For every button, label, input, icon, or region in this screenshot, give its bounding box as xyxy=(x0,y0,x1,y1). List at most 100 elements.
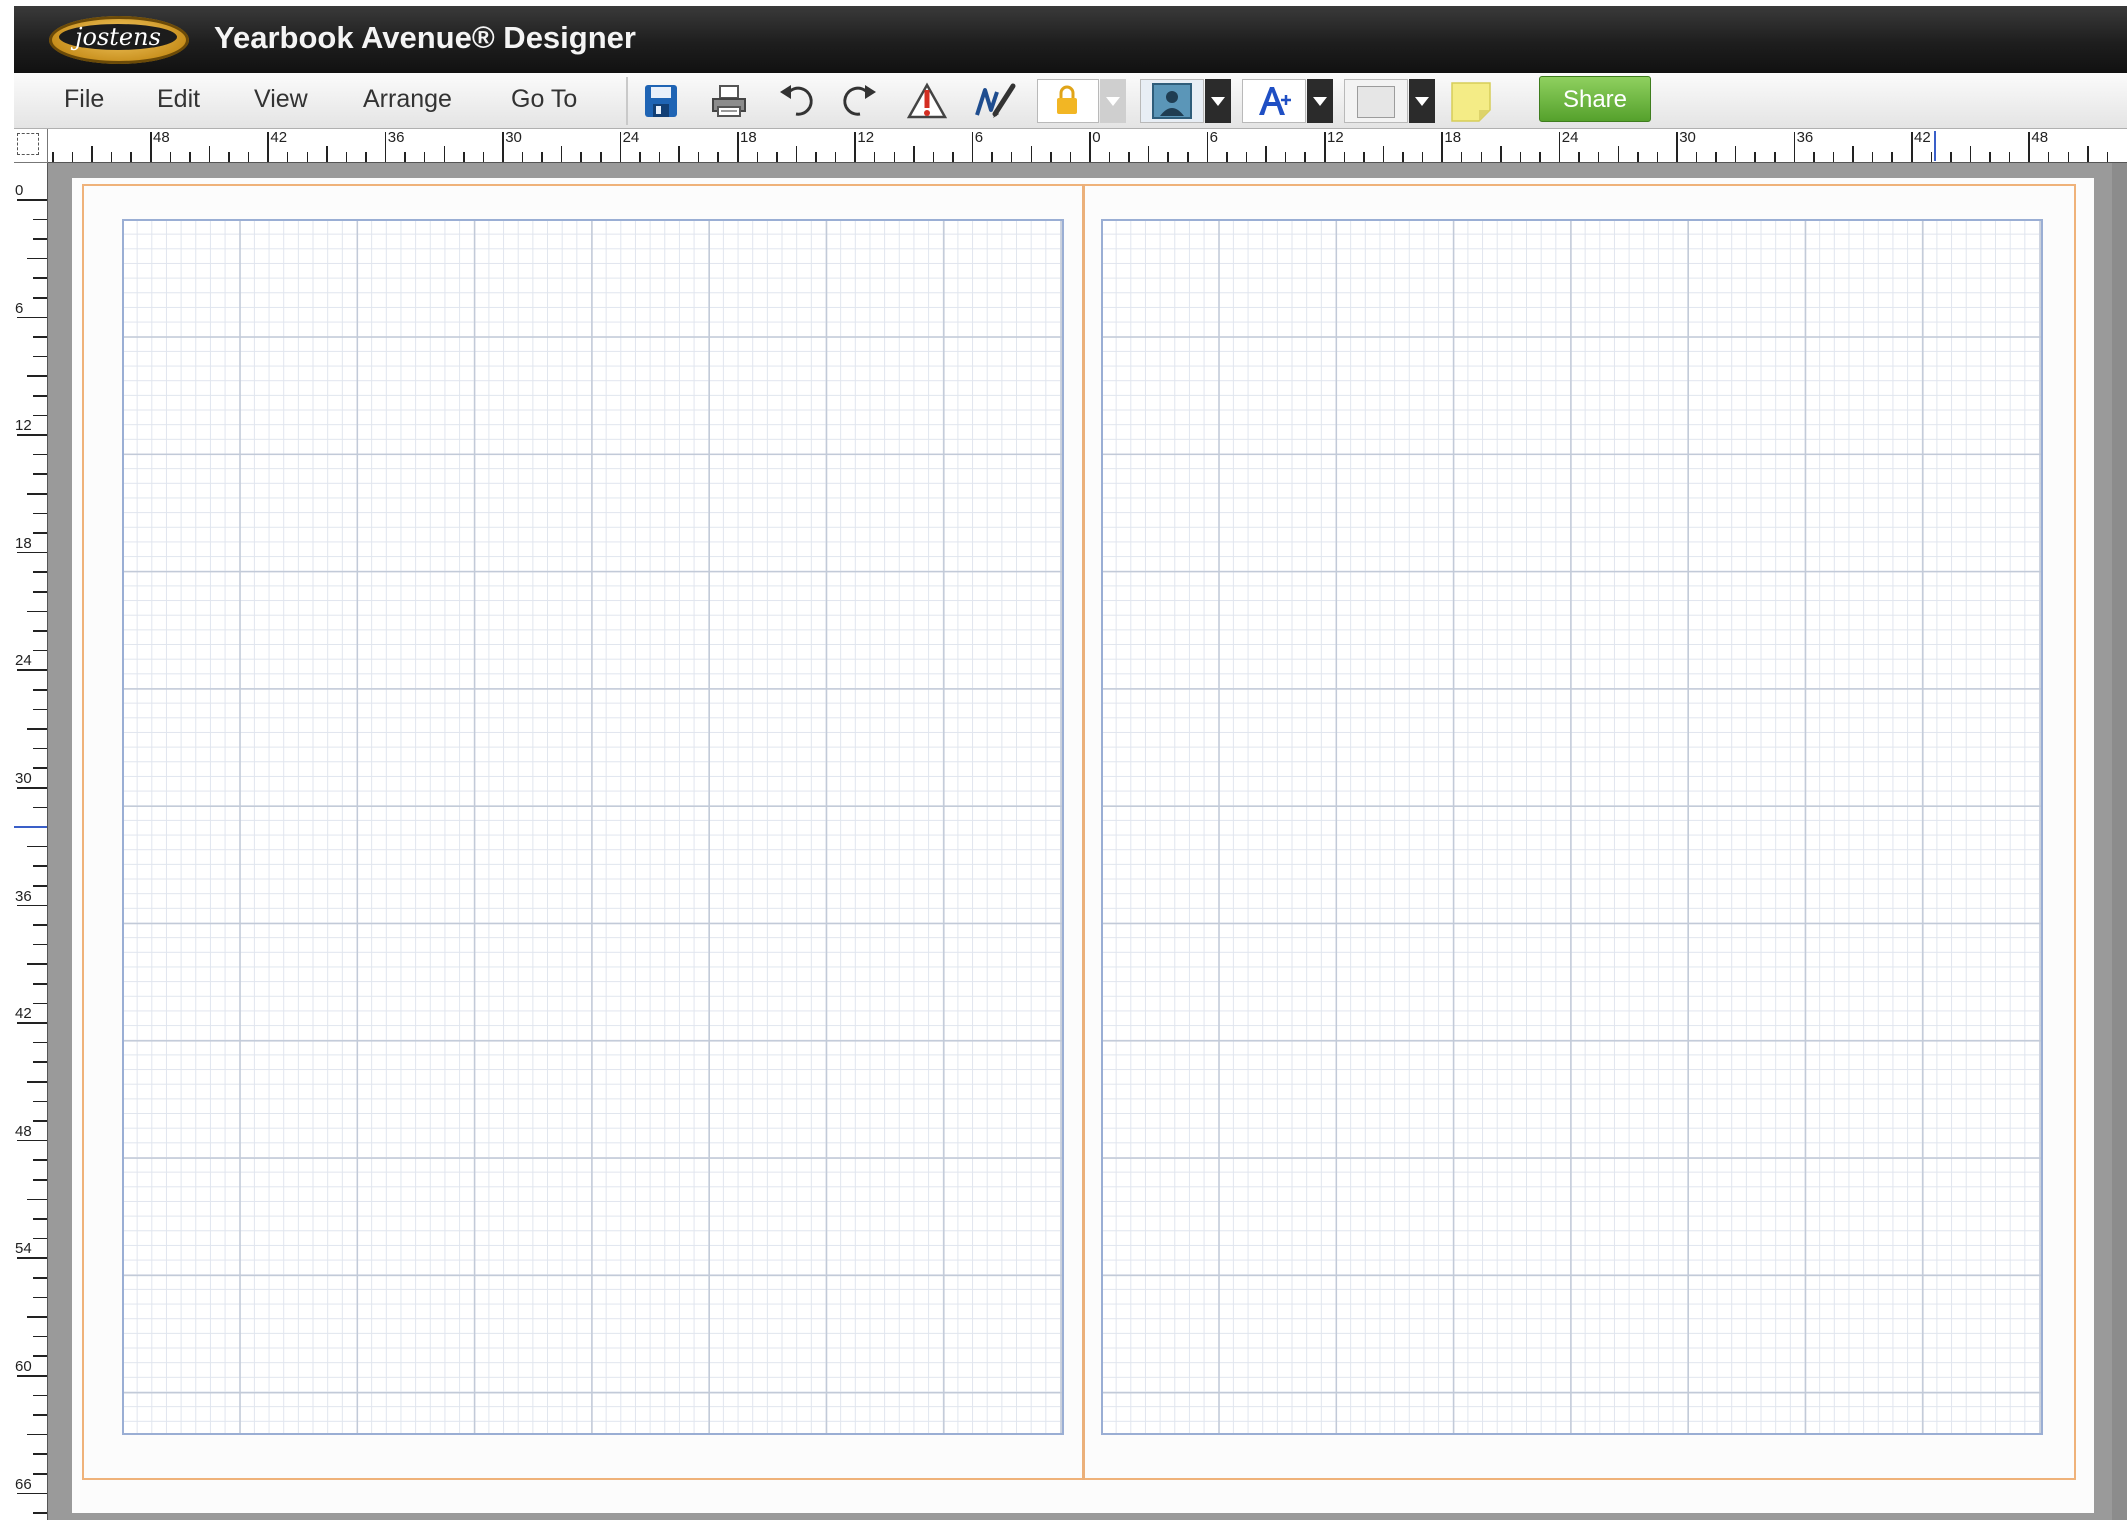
toolbar-divider xyxy=(626,77,628,125)
right-page[interactable] xyxy=(1101,219,2043,1435)
ruler-tick xyxy=(1108,152,1111,162)
ruler-tick xyxy=(404,152,406,162)
page-spread[interactable] xyxy=(72,178,2094,1513)
ruler-tick xyxy=(1245,152,1248,162)
ruler-tick xyxy=(913,146,915,162)
ruler-label: 18 xyxy=(15,534,32,552)
ruler-tick xyxy=(795,146,798,162)
text-dropdown-arrow[interactable] xyxy=(1307,79,1333,123)
ruler-tick xyxy=(33,924,47,926)
ruler-label: 30 xyxy=(1679,129,1696,146)
menu-file[interactable]: File xyxy=(64,85,104,114)
text-swatch[interactable] xyxy=(1242,79,1306,123)
alert-button[interactable] xyxy=(904,79,950,123)
ruler-tick xyxy=(463,152,465,162)
ruler-tick xyxy=(27,963,47,965)
ruler-tick xyxy=(1480,152,1483,162)
ruler-tick xyxy=(33,512,47,515)
ruler-tick xyxy=(17,1257,47,1259)
ruler-tick xyxy=(33,532,47,534)
ruler-tick xyxy=(1871,152,1874,162)
shape-swatch[interactable] xyxy=(1344,79,1408,123)
ruler-tick xyxy=(17,669,47,671)
ruler-tick xyxy=(1030,146,1032,162)
ruler-tick xyxy=(697,152,700,162)
ruler-tick xyxy=(306,152,309,162)
ruler-tick xyxy=(1226,152,1228,162)
ruler-tick xyxy=(2067,152,2070,162)
menu-view[interactable]: View xyxy=(254,85,308,114)
ruler-tick xyxy=(1069,152,1072,162)
undo-button[interactable] xyxy=(772,79,818,123)
left-page[interactable] xyxy=(122,219,1064,1435)
undo-icon xyxy=(780,85,813,116)
ruler-tick xyxy=(27,845,47,848)
save-button[interactable] xyxy=(638,79,684,123)
app-title: Yearbook Avenue® Designer xyxy=(214,20,636,55)
ruler-tick xyxy=(1911,132,1913,162)
ruler-tick xyxy=(33,708,47,711)
ruler-tick xyxy=(17,904,47,907)
ruler-tick xyxy=(1715,152,1717,162)
menu-arrange[interactable]: Arrange xyxy=(363,85,452,114)
ruler-tick xyxy=(1891,152,1893,162)
ruler-tick xyxy=(33,1394,47,1397)
ruler-label: 48 xyxy=(2031,129,2049,146)
ruler-tick xyxy=(384,132,387,162)
ruler-label: 0 xyxy=(1092,129,1101,146)
ruler-tick xyxy=(27,610,47,613)
menu-go-to[interactable]: Go To xyxy=(511,85,577,114)
ruler-tick xyxy=(33,336,47,338)
image-swatch[interactable] xyxy=(1140,79,1204,123)
print-button[interactable] xyxy=(706,79,752,123)
ruler-tick xyxy=(27,1081,47,1083)
ruler-tick xyxy=(1167,152,1169,162)
lock-swatch[interactable] xyxy=(1037,79,1099,123)
ruler-tick xyxy=(33,1218,47,1220)
shape-dropdown-arrow[interactable] xyxy=(1409,79,1435,123)
ruler-tick xyxy=(600,152,602,162)
save-icon xyxy=(645,85,677,117)
sticky-note-button[interactable] xyxy=(1448,79,1494,123)
ruler-tick xyxy=(33,297,47,299)
lock-dropdown-arrow[interactable] xyxy=(1100,79,1126,123)
ruler-tick xyxy=(33,355,47,358)
ruler-tick xyxy=(33,1414,47,1416)
ruler-tick xyxy=(678,146,680,162)
horizontal-ruler[interactable]: 48 42 36 30 24 18 12 6 0 6 12 18 24 30 36 42 48 xyxy=(48,129,2127,163)
ruler-tick xyxy=(33,414,47,417)
ruler-cursor-marker xyxy=(14,826,47,828)
ruler-tick xyxy=(1539,152,1541,162)
ruler-tick xyxy=(33,1041,47,1044)
ruler-tick xyxy=(756,152,759,162)
signature-pen-icon xyxy=(975,83,1016,118)
ruler-tick xyxy=(1363,152,1365,162)
ruler-tick xyxy=(1734,146,1737,162)
print-icon xyxy=(712,85,746,117)
ruler-tick xyxy=(27,257,47,260)
redo-button[interactable] xyxy=(838,79,884,123)
spine-line xyxy=(1082,184,1085,1480)
signature-button[interactable] xyxy=(972,79,1018,123)
ruler-tick xyxy=(423,152,426,162)
ruler-tick xyxy=(33,1179,47,1181)
ruler-label: 36 xyxy=(1796,129,1814,146)
ruler-tick xyxy=(33,1277,47,1279)
logo-text: jostens xyxy=(59,24,177,50)
ruler-origin-corner[interactable] xyxy=(14,129,48,163)
ruler-tick xyxy=(521,152,524,162)
menu-edit[interactable]: Edit xyxy=(157,85,200,114)
vertical-ruler[interactable]: 0 6 12 18 24 30 36 42 48 54 60 66 xyxy=(14,163,48,1520)
ruler-tick xyxy=(2106,152,2109,162)
canvas-workspace[interactable] xyxy=(48,163,2127,1520)
ruler-tick xyxy=(1441,132,1443,162)
ruler-tick xyxy=(33,630,47,632)
ruler-tick xyxy=(560,146,563,162)
ruler-tick xyxy=(1421,152,1424,162)
ruler-tick xyxy=(737,132,739,162)
ruler-tick xyxy=(150,132,152,162)
ruler-tick xyxy=(1500,146,1502,162)
image-dropdown-arrow[interactable] xyxy=(1205,79,1231,123)
ruler-tick xyxy=(815,152,817,162)
share-button[interactable]: Share xyxy=(1539,76,1651,122)
